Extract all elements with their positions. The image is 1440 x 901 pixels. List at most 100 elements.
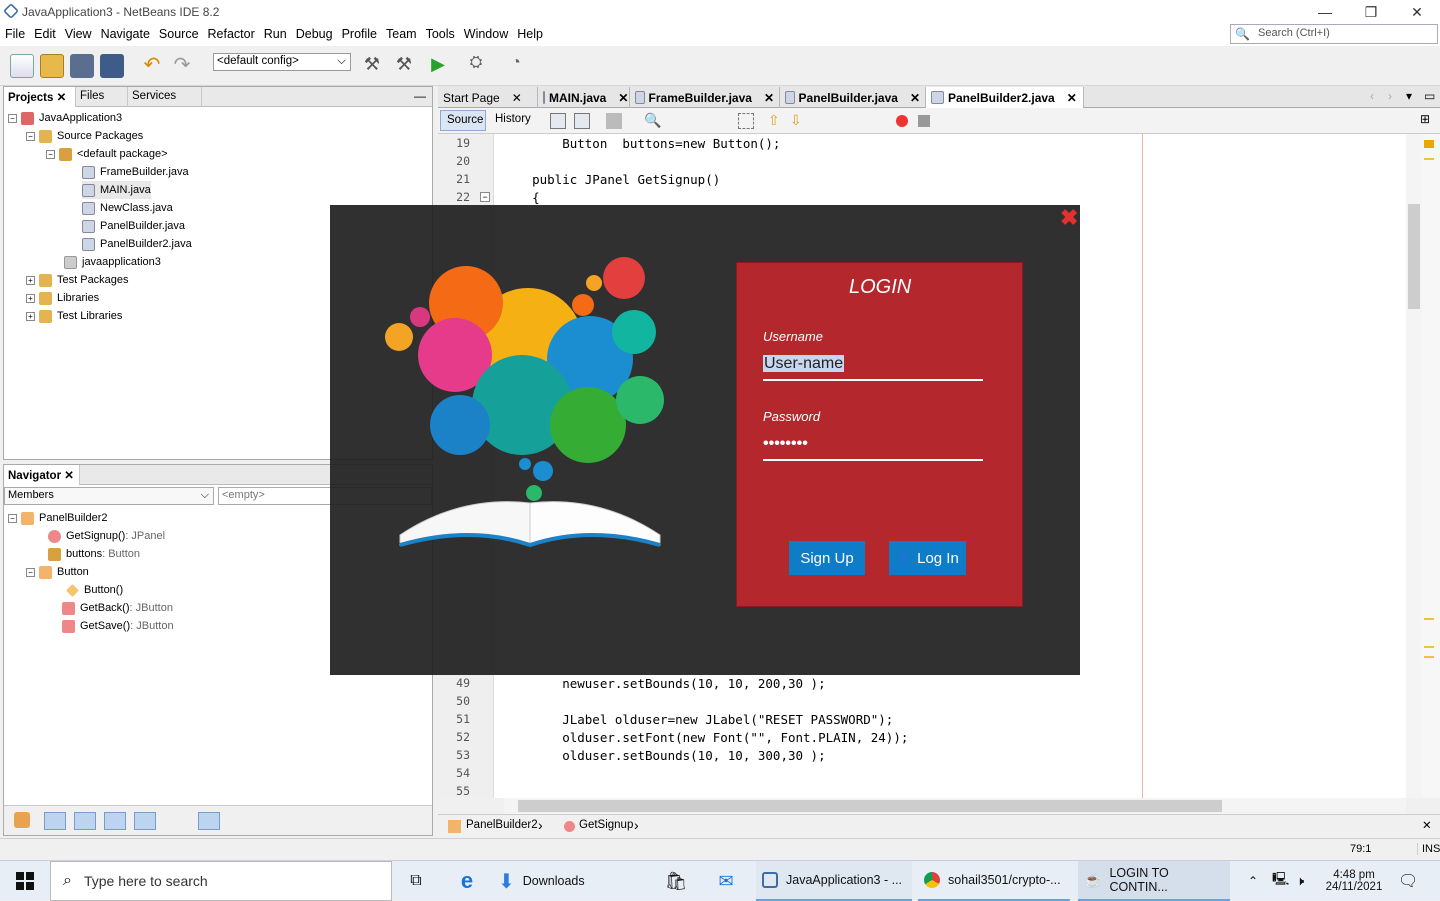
open-project-icon[interactable] (70, 54, 94, 78)
tab-main-java[interactable]: MAIN.java ✕ (538, 87, 630, 108)
minimize-button[interactable]: — (1302, 0, 1348, 24)
breadcrumb-item[interactable]: PanelBuilder2 (466, 819, 538, 831)
clean-build-icon[interactable]: ⚒ (392, 54, 416, 78)
nav-item[interactable]: Button() (66, 581, 123, 599)
tree-item[interactable]: PanelBuilder.java (82, 217, 185, 235)
username-field[interactable]: User-name (763, 355, 983, 381)
taskbar-search[interactable]: ⌕ Type here to search (50, 861, 392, 901)
tab-files[interactable]: Files (76, 87, 128, 107)
sort-icon[interactable] (198, 812, 220, 830)
new-project-icon[interactable] (40, 54, 64, 78)
close-button[interactable]: ✕ (1394, 0, 1440, 24)
menu-help[interactable]: Help (512, 24, 547, 41)
tree-item[interactable]: FrameBuilder.java (82, 163, 189, 181)
network-icon[interactable]: 🖳 (1272, 861, 1290, 901)
forward-icon[interactable] (606, 113, 622, 129)
edge-icon[interactable]: e (452, 861, 482, 901)
save-all-icon[interactable] (100, 54, 124, 78)
nav-item[interactable]: buttons : Button (48, 545, 140, 563)
chevron-up-icon[interactable]: ⌃ (1248, 861, 1262, 901)
tree-item[interactable]: + Test Libraries (26, 307, 122, 325)
record-macro-icon[interactable] (896, 115, 908, 127)
tab-start-page[interactable]: Start Page ✕ (438, 87, 538, 108)
last-edit-icon[interactable] (550, 113, 566, 129)
tree-item[interactable]: MAIN.java (82, 181, 151, 199)
clock[interactable]: 4:48 pm 24/11/2021 (1318, 861, 1390, 901)
tree-item[interactable]: + Libraries (26, 289, 99, 307)
tab-scroll-right-icon[interactable]: › (1388, 89, 1392, 103)
scrollbar-thumb[interactable] (518, 800, 1222, 812)
tab-panelbuilder2-java[interactable]: PanelBuilder2.java ✕ (926, 87, 1084, 108)
menu-refactor[interactable]: Refactor (203, 24, 259, 41)
menu-window[interactable]: Window (459, 24, 512, 41)
tab-framebuilder-java[interactable]: FrameBuilder.java ✕ (630, 87, 780, 108)
taskbar-chrome[interactable]: sohail3501/crypto-... (918, 861, 1070, 901)
menu-debug[interactable]: Debug (291, 24, 337, 41)
mail-icon[interactable]: ✉ (710, 861, 742, 901)
taskbar-netbeans[interactable]: JavaApplication3 - ... (756, 861, 912, 901)
members-select[interactable]: Members ⌵ (4, 487, 214, 505)
tree-item[interactable]: − Source Packages (26, 127, 143, 145)
debug-icon[interactable]: ⛭ (464, 54, 488, 78)
task-view-icon[interactable]: ⧉ (404, 861, 428, 901)
redo-icon[interactable]: ↷ (170, 54, 194, 78)
menu-navigate[interactable]: Navigate (96, 24, 154, 41)
close-icon[interactable]: ✖ (1060, 205, 1078, 231)
tab-services[interactable]: Services (128, 87, 202, 107)
tab-navigator[interactable]: Navigator ✕ (4, 465, 80, 485)
tree-item[interactable]: javaapplication3 (64, 253, 161, 271)
expand-editor-icon[interactable]: ⊞ (1420, 112, 1430, 126)
close-icon[interactable]: ✕ (1422, 818, 1432, 832)
tree-item[interactable]: − JavaApplication3 (8, 109, 122, 127)
back-icon[interactable] (574, 113, 590, 129)
taskbar-java-login[interactable]: ☕ LOGIN TO CONTIN... (1078, 861, 1230, 901)
menu-profile[interactable]: Profile (337, 24, 381, 41)
tree-item[interactable]: PanelBuilder2.java (82, 235, 192, 253)
new-file-icon[interactable] (10, 54, 34, 78)
find-icon[interactable]: 🔍 (644, 112, 661, 129)
run-icon[interactable]: ▶ (426, 54, 450, 78)
tab-scroll-left-icon[interactable]: ‹ (1370, 89, 1374, 103)
vertical-scrollbar[interactable] (1406, 134, 1422, 798)
filter-icon[interactable] (44, 812, 66, 830)
taskbar-downloads[interactable]: ⬇ Downloads (498, 861, 648, 901)
password-field[interactable]: •••••••• (763, 435, 983, 461)
tab-list-icon[interactable]: ▾ (1406, 89, 1412, 103)
tab-projects[interactable]: Projects ✕ (4, 87, 76, 107)
notification-icon[interactable]: 🗨 (1398, 861, 1422, 901)
tree-item[interactable]: − <default package> (46, 145, 168, 163)
menu-tools[interactable]: Tools (421, 24, 459, 41)
tab-source[interactable]: Source (440, 110, 486, 131)
minimize-panel-icon[interactable]: — (414, 89, 426, 103)
profile-icon[interactable]: ◔ (504, 54, 528, 78)
log-in-button[interactable]: 👤 Log In (889, 541, 966, 575)
tree-item[interactable]: + Test Packages (26, 271, 129, 289)
toggle-bookmark-icon[interactable] (738, 113, 754, 129)
filter-icon[interactable] (134, 812, 156, 830)
nav-item[interactable]: − Button (26, 563, 89, 581)
maximize-button[interactable]: ❐ (1348, 0, 1394, 24)
breadcrumb-item[interactable]: GetSignup (579, 819, 633, 831)
nav-item[interactable]: − PanelBuilder2 (8, 509, 108, 527)
build-icon[interactable]: ⚒ (360, 54, 384, 78)
search-input[interactable]: 🔍 Search (Ctrl+I) (1230, 24, 1438, 44)
undo-icon[interactable]: ↶ (140, 54, 164, 78)
nav-item[interactable]: GetSignup() : JPanel (48, 527, 165, 545)
nav-item[interactable]: GetSave() : JButton (62, 617, 174, 635)
shift-right-icon[interactable]: ⇩ (790, 112, 802, 129)
shift-left-icon[interactable]: ⇧ (768, 112, 780, 129)
filter-icon[interactable] (104, 812, 126, 830)
fold-icon[interactable]: − (480, 192, 490, 202)
filter-icon[interactable] (14, 812, 30, 828)
horizontal-scrollbar[interactable] (504, 798, 1406, 814)
maximize-editor-icon[interactable]: ▭ (1424, 89, 1435, 103)
start-button[interactable] (0, 861, 50, 901)
scrollbar-thumb[interactable] (1408, 204, 1420, 309)
tab-history[interactable]: History (490, 110, 536, 131)
volume-icon[interactable]: 🕨 (1296, 861, 1314, 901)
menu-edit[interactable]: Edit (29, 24, 60, 41)
menu-team[interactable]: Team (381, 24, 421, 41)
nav-item[interactable]: GetBack() : JButton (62, 599, 173, 617)
tab-panelbuilder-java[interactable]: PanelBuilder.java ✕ (780, 87, 926, 108)
menu-run[interactable]: Run (259, 24, 291, 41)
